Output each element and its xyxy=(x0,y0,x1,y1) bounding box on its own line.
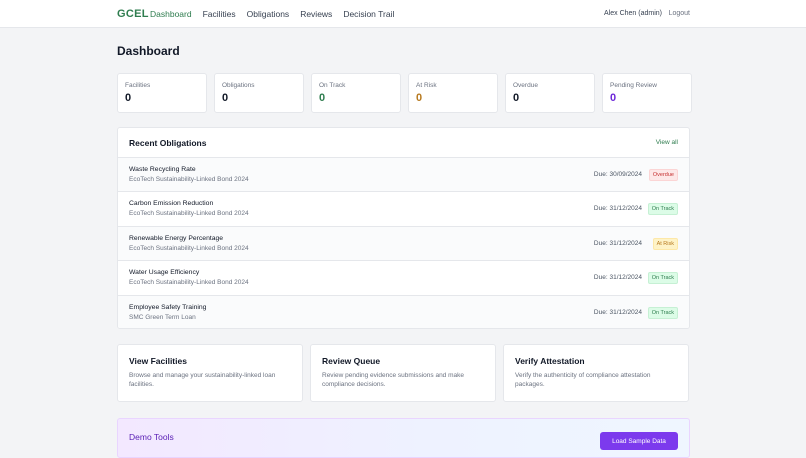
obligation-row[interactable]: Waste Recycling Rate EcoTech Sustainabil… xyxy=(118,158,689,193)
card-description: Browse and manage your sustainability-li… xyxy=(129,372,276,389)
obligation-name: Renewable Energy Percentage xyxy=(129,234,224,242)
stat-label: Obligations xyxy=(222,82,255,89)
obligation-name: Waste Recycling Rate xyxy=(129,166,196,173)
page-title: Dashboard xyxy=(117,44,180,58)
obligation-facility: EcoTech Sustainability-Linked Bond 2024 xyxy=(129,176,249,183)
obligation-due-date: Due: 31/12/2024 xyxy=(593,274,642,282)
obligation-due-date: Due: 30/09/2024 xyxy=(593,171,642,178)
stat-pending-review: Pending Review 0 xyxy=(602,73,692,113)
nav-facilities[interactable]: Facilities xyxy=(203,9,236,19)
card-description: Review pending evidence submissions and … xyxy=(322,372,464,389)
status-badge: At Risk xyxy=(652,237,678,250)
card-title: View Facilities xyxy=(129,356,187,366)
quick-action-cards: View Facilities Browse and manage your s… xyxy=(117,344,689,402)
stat-label: Overdue xyxy=(513,82,538,89)
main-nav: Dashboard Facilities Obligations Reviews… xyxy=(150,9,394,19)
obligation-facility: EcoTech Sustainability-Linked Bond 2024 xyxy=(129,210,249,218)
card-description: Verify the authenticity of compliance at… xyxy=(515,372,651,389)
stat-overdue: Overdue 0 xyxy=(505,73,595,113)
obligation-row[interactable]: Employee Safety Training SMC Green Term … xyxy=(118,295,689,328)
status-badge: On Track xyxy=(647,272,678,285)
obligation-facility: SMC Green Term Loan xyxy=(129,313,196,321)
demo-tools-panel: Demo Tools Load Sample Data xyxy=(117,418,690,458)
recent-obligations-panel: Recent Obligations View all Waste Recycl… xyxy=(117,127,690,329)
stat-obligations: Obligations 0 xyxy=(214,73,304,113)
stat-value: 0 xyxy=(319,92,326,104)
stat-label: Facilities xyxy=(125,82,151,89)
card-title: Review Queue xyxy=(322,356,381,366)
view-facilities-card[interactable]: View Facilities Browse and manage your s… xyxy=(117,344,303,402)
stat-at-risk: At Risk 0 xyxy=(408,73,498,113)
nav-dashboard[interactable]: Dashboard xyxy=(150,9,192,19)
stats-row: Facilities 0 Obligations 0 On Track 0 At… xyxy=(117,73,692,113)
card-title: Verify Attestation xyxy=(515,356,585,366)
user-name: Alex Chen (admin) xyxy=(604,10,662,17)
brand-logo[interactable]: GCEL xyxy=(117,8,149,20)
stat-facilities: Facilities 0 xyxy=(117,73,207,113)
obligation-row[interactable]: Water Usage Efficiency EcoTech Sustainab… xyxy=(118,261,689,296)
obligation-facility: EcoTech Sustainability-Linked Bond 2024 xyxy=(129,244,249,252)
stat-on-track: On Track 0 xyxy=(311,73,401,113)
view-all-link[interactable]: View all xyxy=(656,139,678,146)
stat-label: On Track xyxy=(319,82,346,89)
stat-value: 0 xyxy=(416,92,423,104)
nav-decision-trail[interactable]: Decision Trail xyxy=(343,9,394,19)
obligation-due-date: Due: 31/12/2024 xyxy=(593,239,642,247)
nav-reviews[interactable]: Reviews xyxy=(300,9,332,19)
obligations-list: Waste Recycling Rate EcoTech Sustainabil… xyxy=(118,158,689,328)
obligation-row[interactable]: Renewable Energy Percentage EcoTech Sust… xyxy=(118,226,689,262)
obligation-name: Carbon Emission Reduction xyxy=(129,200,214,208)
status-badge: Overdue xyxy=(648,169,678,181)
stat-label: At Risk xyxy=(416,82,437,89)
nav-obligations[interactable]: Obligations xyxy=(247,9,290,19)
recent-obligations-title: Recent Obligations xyxy=(129,138,207,148)
stat-value: 0 xyxy=(513,92,520,104)
obligation-due-date: Due: 31/12/2024 xyxy=(593,308,642,316)
load-sample-data-button[interactable]: Load Sample Data xyxy=(600,432,678,450)
verify-attestation-card[interactable]: Verify Attestation Verify the authentici… xyxy=(503,344,689,402)
review-queue-card[interactable]: Review Queue Review pending evidence sub… xyxy=(310,344,496,402)
demo-tools-title: Demo Tools xyxy=(129,432,174,442)
stat-label: Pending Review xyxy=(610,82,657,89)
obligation-name: Water Usage Efficiency xyxy=(129,269,200,277)
stat-value: 0 xyxy=(610,92,617,104)
obligation-name: Employee Safety Training xyxy=(129,303,207,311)
stat-value: 0 xyxy=(222,92,229,104)
obligation-row[interactable]: Carbon Emission Reduction EcoTech Sustai… xyxy=(118,192,689,227)
stat-value: 0 xyxy=(125,92,132,104)
obligation-facility: EcoTech Sustainability-Linked Bond 2024 xyxy=(129,279,249,287)
recent-obligations-header: Recent Obligations View all xyxy=(118,128,689,158)
obligation-due-date: Due: 31/12/2024 xyxy=(593,205,642,213)
logout-link[interactable]: Logout xyxy=(669,10,690,17)
status-badge: On Track xyxy=(647,306,678,319)
status-badge: On Track xyxy=(647,203,678,216)
top-navbar: GCEL Dashboard Facilities Obligations Re… xyxy=(0,0,806,28)
